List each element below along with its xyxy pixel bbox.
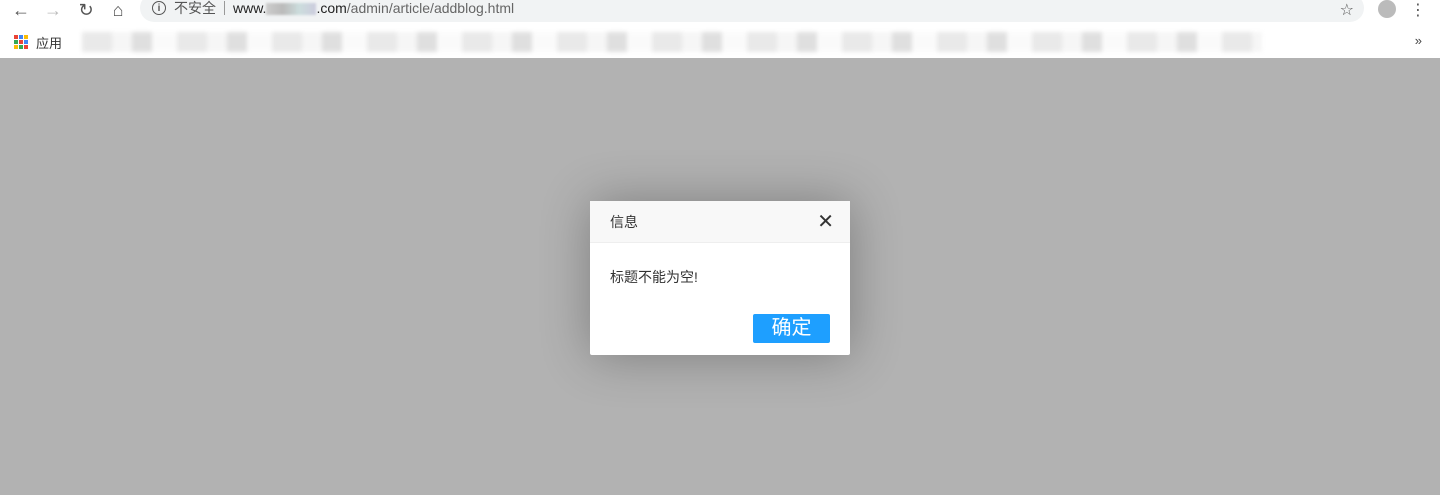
dialog-message: 标题不能为空! <box>610 269 698 285</box>
home-icon[interactable]: ⌂ <box>105 0 131 20</box>
browser-toolbar: ← → ↻ ⌂ i 不安全 www. .com/admin/article/add… <box>0 0 1440 26</box>
reload-icon[interactable]: ↻ <box>73 0 99 20</box>
address-bar[interactable]: i 不安全 www. .com/admin/article/addblog.htm… <box>140 0 1364 22</box>
close-icon[interactable]: ✕ <box>817 201 834 243</box>
confirm-button[interactable]: 确定 <box>753 314 830 343</box>
bookmark-star-icon[interactable]: ☆ <box>1340 0 1354 20</box>
forward-icon[interactable]: → <box>40 0 66 20</box>
bookmarks-bar: 应用 » <box>0 26 1440 58</box>
info-icon[interactable]: i <box>152 1 166 15</box>
url-path: /admin/article/addblog.html <box>346 0 515 16</box>
url-host-suffix: .com <box>316 0 347 16</box>
redacted-bookmarks <box>82 32 1263 52</box>
redacted-host <box>266 3 317 16</box>
apps-bookmark[interactable]: 应用 <box>36 33 62 52</box>
url-host-prefix: www. <box>233 0 267 16</box>
menu-icon[interactable]: ⋮ <box>1410 0 1426 20</box>
url-text[interactable]: www. .com/admin/article/addblog.html <box>233 0 514 16</box>
back-icon[interactable]: ← <box>8 0 34 20</box>
profile-avatar[interactable] <box>1378 0 1396 18</box>
alert-dialog: 信息 ✕ 标题不能为空! 确定 <box>590 201 850 355</box>
security-label[interactable]: 不安全 <box>174 1 225 15</box>
more-bookmarks-button[interactable]: » <box>1415 33 1422 48</box>
apps-icon[interactable] <box>14 35 28 49</box>
dialog-title: 信息 <box>610 214 638 230</box>
dialog-header: 信息 ✕ <box>590 201 850 243</box>
